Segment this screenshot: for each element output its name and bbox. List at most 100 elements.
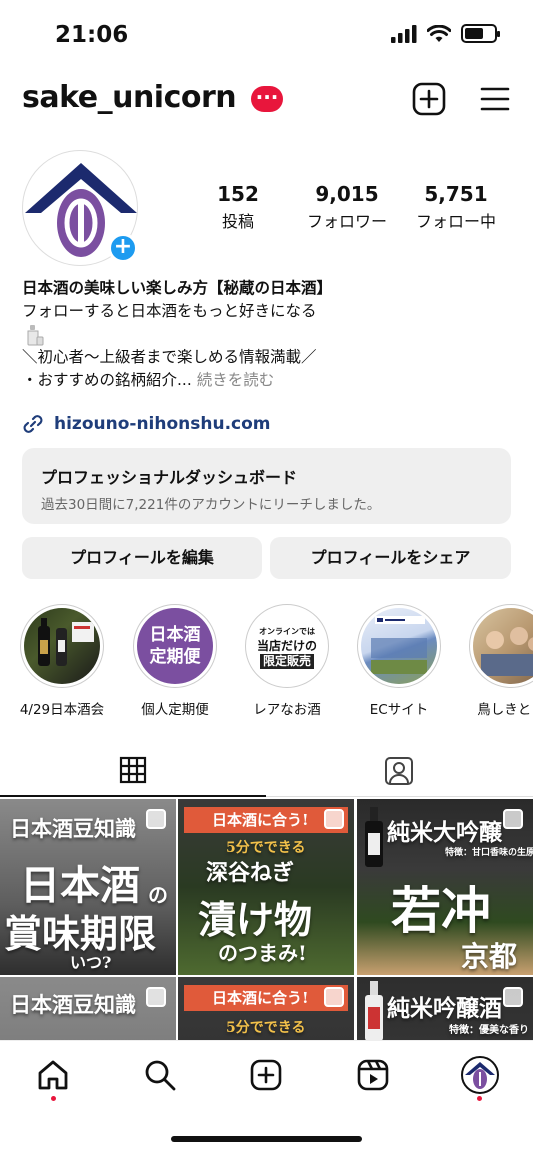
highlight-item[interactable]: オンラインでは 当店だけの 限定販売 レアなお酒 xyxy=(242,604,332,718)
highlight-cover xyxy=(361,608,437,684)
edit-profile-button[interactable]: プロフィールを編集 xyxy=(22,537,262,579)
post-text: 特徴：甘口香味の生原酒 xyxy=(445,848,533,858)
bio-line: ・おすすめの銘柄紹介... 続きを読む xyxy=(22,369,512,392)
notification-badge[interactable]: ··· xyxy=(251,86,283,112)
profile-notification-dot xyxy=(477,1096,482,1101)
stat-following[interactable]: 5,751 フォロー中 xyxy=(401,182,511,232)
sake-bottle-icon xyxy=(27,324,44,345)
share-profile-button[interactable]: プロフィールをシェア xyxy=(270,537,511,579)
nav-search[interactable] xyxy=(140,1055,180,1095)
stat-value: 152 xyxy=(217,182,259,206)
profile-header: sake_unicorn ··· xyxy=(0,78,533,122)
post-text: 5分でできる xyxy=(226,1020,306,1036)
link-icon xyxy=(23,415,43,433)
multi-image-icon xyxy=(146,987,166,1007)
multi-image-icon xyxy=(503,987,523,1007)
highlight-item[interactable]: 日本酒 定期便 個人定期便 xyxy=(130,604,220,718)
highlight-cover-text: 限定販売 xyxy=(259,653,314,669)
bio-line: ＼初心者〜上級者まで楽しめる情報満載／ xyxy=(22,348,317,366)
profile-link[interactable]: hizouno-nihonshu.com xyxy=(22,413,271,435)
stat-label: 投稿 xyxy=(221,212,254,231)
highlight-label: 鳥しきと日 xyxy=(477,702,533,718)
nav-create[interactable] xyxy=(246,1055,286,1095)
search-icon xyxy=(145,1060,176,1091)
stat-followers[interactable]: 9,015 フォロワー xyxy=(292,182,402,232)
multi-image-icon xyxy=(324,809,344,829)
highlight-item[interactable]: ECサイト xyxy=(354,604,444,718)
post-text: 日本酒豆知識 xyxy=(10,816,136,841)
post-thumbnail[interactable]: 日本酒豆知識 xyxy=(0,977,176,1040)
home-indicator xyxy=(171,1136,362,1142)
post-text: 純米吟醸酒 xyxy=(387,995,502,1022)
highlight-item[interactable]: 鳥しきと日 xyxy=(466,604,533,718)
profile-bio: 日本酒の美味しい楽しみ方【秘蔵の日本酒】 フォローすると日本酒をもっと好きになる… xyxy=(22,277,512,392)
highlight-cover-text: オンラインでは xyxy=(259,626,315,636)
dashboard-title: プロフェッショナルダッシュボード xyxy=(41,468,298,487)
post-text: 京都 xyxy=(461,940,518,973)
sake-bottles-image xyxy=(38,618,94,666)
multi-image-icon xyxy=(146,809,166,829)
post-thumbnail[interactable]: 純米吟醸酒 特徴：優美な香り xyxy=(357,977,533,1040)
nav-home[interactable] xyxy=(33,1055,73,1095)
post-text: 日本酒に合う! xyxy=(212,989,309,1007)
grid-icon xyxy=(119,756,147,784)
ec-site-screenshot xyxy=(371,616,427,674)
sake-bottle-image xyxy=(365,981,383,1040)
wifi-icon xyxy=(427,24,451,42)
post-text: 純米大吟醸 xyxy=(387,819,502,846)
status-icons xyxy=(391,24,500,43)
profile-display-name: 日本酒の美味しい楽しみ方【秘蔵の日本酒】 xyxy=(22,279,333,297)
post-thumbnail[interactable]: 純米大吟醸 特徴：甘口香味の生原酒 若冲 京都 xyxy=(357,799,533,975)
nav-profile[interactable] xyxy=(460,1055,500,1095)
highlight-cover-text: 定期便 xyxy=(149,647,201,667)
new-post-icon[interactable] xyxy=(412,82,446,116)
nav-reels[interactable] xyxy=(353,1055,393,1095)
highlight-label: 個人定期便 xyxy=(141,702,209,718)
highlight-cover-text: 当店だけの xyxy=(256,638,317,653)
highlight-cover-text: 日本酒 xyxy=(149,625,201,645)
bottom-navigation xyxy=(0,1040,533,1153)
highlight-label: 4/29日本酒会 xyxy=(19,702,105,718)
battery-icon xyxy=(461,24,500,43)
multi-image-icon xyxy=(503,809,523,829)
sake-bottle-image xyxy=(365,807,383,867)
reels-icon xyxy=(357,1059,389,1091)
people-photo xyxy=(481,627,533,676)
profile-tabs xyxy=(0,745,533,797)
highlight-cover: 日本酒 定期便 xyxy=(137,608,213,684)
signal-icon xyxy=(391,24,417,43)
post-thumbnail[interactable]: 日本酒に合う! 5分でできる 深谷ねぎ 漬け物 のつまみ! xyxy=(178,799,354,975)
highlight-item[interactable]: 4/29日本酒会 xyxy=(17,604,107,718)
status-bar: 21:06 xyxy=(0,0,533,72)
username[interactable]: sake_unicorn xyxy=(22,80,237,115)
profile-avatar-icon xyxy=(461,1056,499,1094)
add-story-button[interactable]: + xyxy=(108,233,138,263)
bio-line-text: ・おすすめの銘柄紹介... xyxy=(22,371,192,389)
post-text: 漬け物 xyxy=(198,897,313,942)
menu-icon[interactable] xyxy=(478,82,512,116)
home-notification-dot xyxy=(51,1096,56,1101)
stat-value: 9,015 xyxy=(315,182,379,206)
post-thumbnail[interactable]: 日本酒に合う! 5分でできる xyxy=(178,977,354,1040)
dashboard-subtitle: 過去30日間に7,221件のアカウントにリーチしました。 xyxy=(41,497,381,513)
status-time: 21:06 xyxy=(55,22,129,48)
home-icon xyxy=(38,1060,68,1090)
stat-label: フォロー中 xyxy=(415,212,496,231)
link-text: hizouno-nihonshu.com xyxy=(54,414,271,434)
post-text: 日本酒に合う! xyxy=(212,811,309,829)
professional-dashboard[interactable]: プロフェッショナルダッシュボード 過去30日間に7,221件のアカウントにリーチ… xyxy=(22,448,511,524)
post-text: 若冲 xyxy=(391,881,491,940)
read-more-link[interactable]: 続きを読む xyxy=(197,371,275,389)
stat-label: フォロワー xyxy=(306,212,387,231)
stat-value: 5,751 xyxy=(424,182,488,206)
tab-tagged[interactable] xyxy=(266,745,532,797)
post-text: 特徴：優美な香り xyxy=(449,1025,529,1036)
highlight-label: ECサイト xyxy=(369,702,429,718)
stat-posts[interactable]: 152 投稿 xyxy=(183,182,293,232)
post-text: 深谷ねぎ xyxy=(206,860,295,886)
post-thumbnail[interactable]: 日本酒豆知識 日本酒 の 賞味期限 いつ? xyxy=(0,799,176,975)
post-text: 5分でできる xyxy=(226,840,306,856)
bio-line xyxy=(22,323,512,346)
highlight-cover: オンラインでは 当店だけの 限定販売 xyxy=(249,608,325,684)
tab-posts-grid[interactable] xyxy=(0,745,266,797)
